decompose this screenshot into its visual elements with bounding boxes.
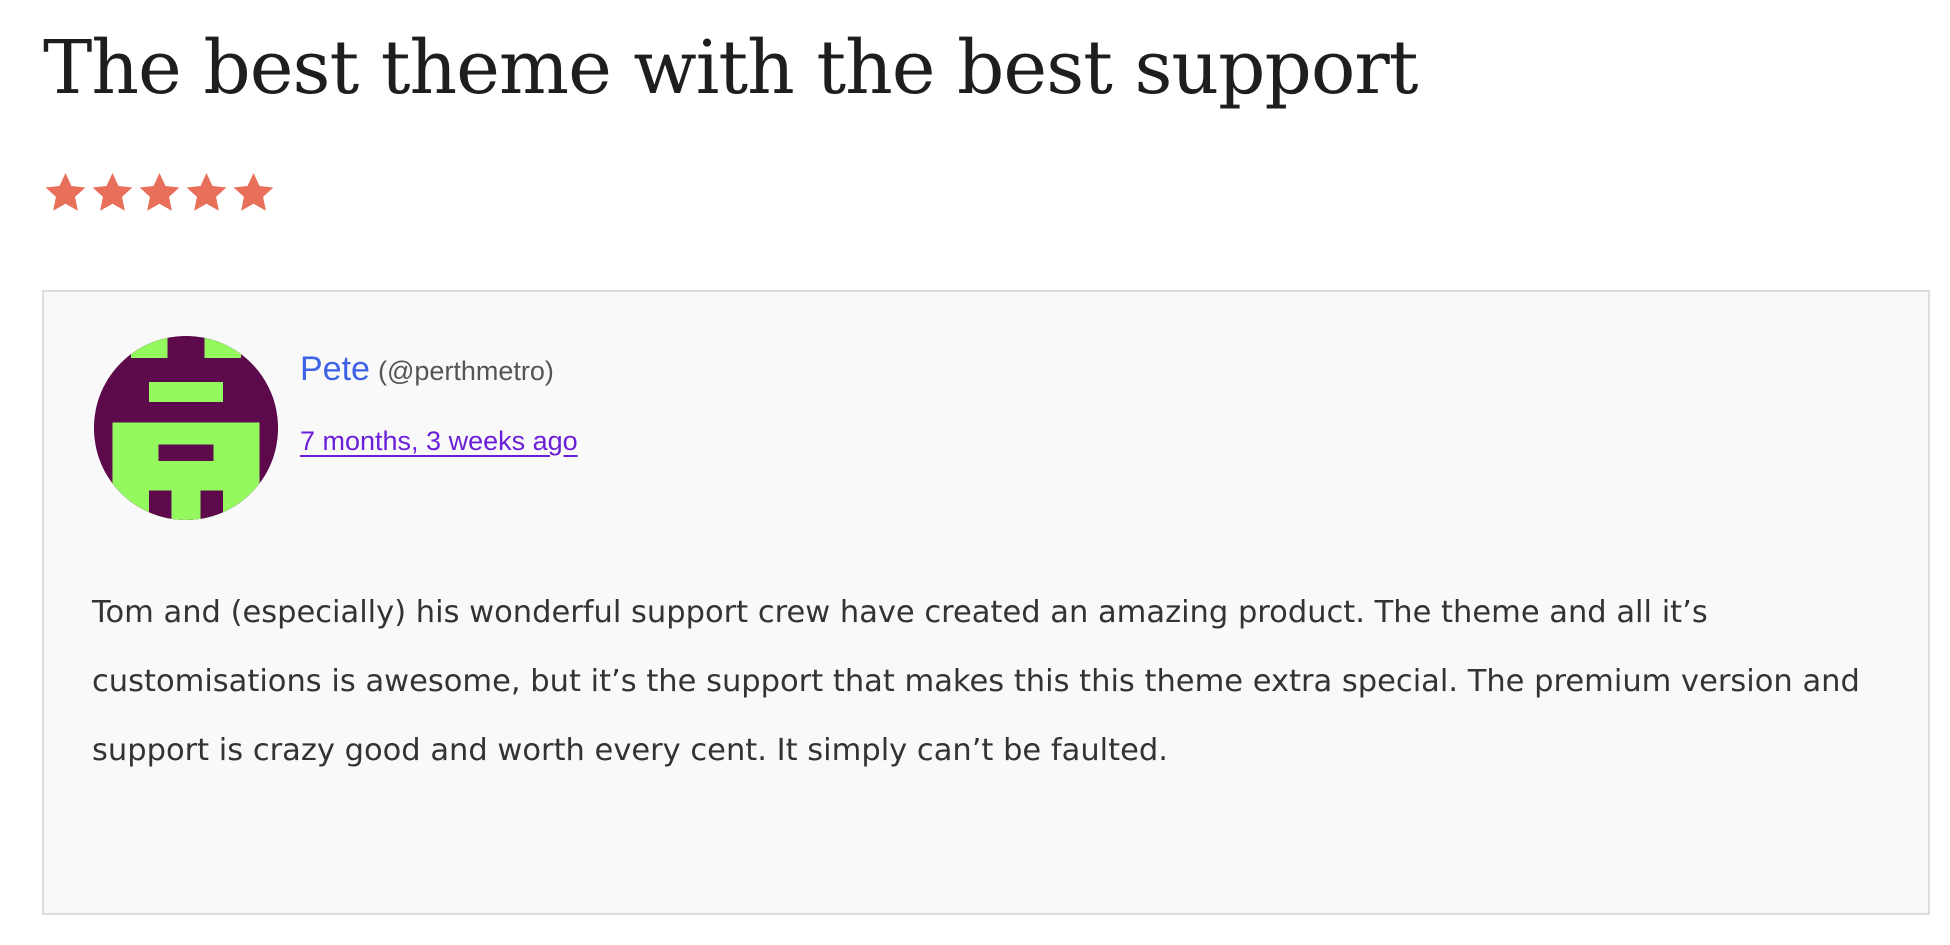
review-title: The best theme with the best support [43,25,1418,111]
review-body: Tom and (especially) his wonderful suppo… [92,595,1860,768]
review-card: Pete (@perthmetro) 7 months, 3 weeks ago … [42,290,1930,915]
review-author: Pete (@perthmetro) [300,350,554,389]
avatar[interactable] [94,336,278,520]
star-icon [139,173,180,211]
star-icon [186,173,227,211]
star-icon [92,173,133,211]
star-icon [233,173,274,211]
star-icon [45,173,86,211]
author-name-link[interactable]: Pete [300,350,370,388]
review-date-link[interactable]: 7 months, 3 weeks ago [300,426,578,457]
identicon-avatar-icon [94,336,278,520]
star-rating [43,170,276,215]
author-handle: (@perthmetro) [377,356,554,386]
